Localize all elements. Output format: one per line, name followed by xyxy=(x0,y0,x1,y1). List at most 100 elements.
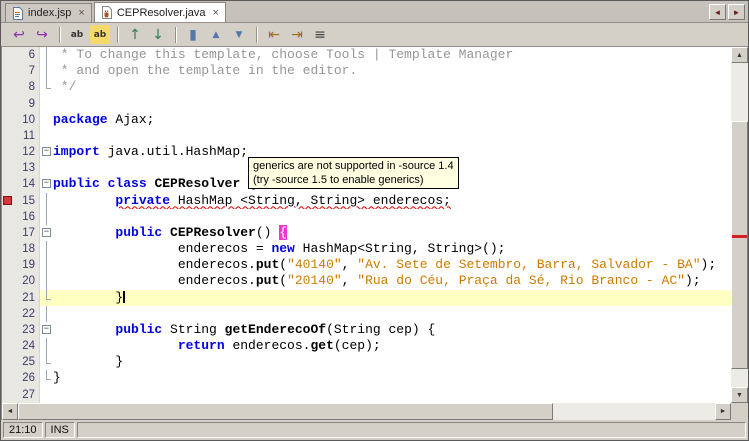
toggle-highlight-search-icon[interactable]: ab xyxy=(90,25,110,44)
glyph-margin xyxy=(2,63,14,79)
fold-margin xyxy=(40,112,53,128)
code-line[interactable]: 8 */ xyxy=(2,79,731,95)
fold-margin[interactable]: − xyxy=(40,322,53,338)
code-text: } xyxy=(53,354,731,370)
code-text xyxy=(53,209,731,225)
close-tab-icon[interactable]: × xyxy=(78,8,84,18)
code-line[interactable]: 18 enderecos = new HashMap<String, Strin… xyxy=(2,241,731,257)
previous-occurrence-icon[interactable]: ↑ xyxy=(125,25,145,44)
macro-icon[interactable]: ≡ xyxy=(310,25,330,44)
code-line[interactable]: 27 xyxy=(2,387,731,403)
line-number: 24 xyxy=(14,338,40,354)
fold-collapse-icon[interactable]: − xyxy=(42,179,51,188)
code-line[interactable]: 25 } xyxy=(2,354,731,370)
code-line[interactable]: 11 xyxy=(2,128,731,144)
shift-line-left-icon[interactable]: ⇤ xyxy=(264,25,284,44)
code-line[interactable]: 26} xyxy=(2,370,731,386)
line-number: 23 xyxy=(14,322,40,338)
fold-collapse-icon[interactable]: − xyxy=(42,325,51,334)
code-line[interactable]: 24 return enderecos.get(cep); xyxy=(2,338,731,354)
scroll-tabs-left-button[interactable]: ◄ xyxy=(709,4,726,20)
code-line[interactable]: 21 } xyxy=(2,290,731,306)
code-segment: import xyxy=(53,144,100,159)
text-caret xyxy=(123,291,125,303)
scroll-tabs-right-button[interactable]: ► xyxy=(728,4,745,20)
code-segment: enderecos. xyxy=(225,338,311,353)
fold-margin[interactable]: − xyxy=(40,176,53,192)
next-bookmark-icon[interactable]: ▼ xyxy=(229,25,249,44)
code-text xyxy=(53,387,731,403)
code-line[interactable]: 22 xyxy=(2,306,731,322)
line-number: 7 xyxy=(14,63,40,79)
code-text: * To change this template, choose Tools … xyxy=(53,47,731,63)
glyph-margin xyxy=(2,370,14,386)
code-line[interactable]: 6 * To change this template, choose Tool… xyxy=(2,47,731,63)
back-icon[interactable]: ↩ xyxy=(9,25,29,44)
glyph-margin xyxy=(2,96,14,112)
fold-margin xyxy=(40,193,53,209)
code-text xyxy=(53,306,731,322)
previous-bookmark-icon[interactable]: ▲ xyxy=(206,25,226,44)
tab-label: CEPResolver.java xyxy=(117,7,206,19)
error-icon[interactable] xyxy=(3,196,12,205)
code-line[interactable]: 15 private HashMap <String, String> ende… xyxy=(2,193,731,209)
horizontal-scrollbar[interactable]: ◄ ► xyxy=(2,403,731,420)
horizontal-scrollbar-thumb[interactable] xyxy=(18,403,553,420)
forward-icon[interactable]: ↪ xyxy=(32,25,52,44)
glyph-margin xyxy=(2,354,14,370)
code-line[interactable]: 16 xyxy=(2,209,731,225)
fold-margin xyxy=(40,241,53,257)
code-line[interactable]: 20 enderecos.put("20140", "Rua do Céu, P… xyxy=(2,273,731,289)
scroll-right-icon[interactable]: ► xyxy=(715,403,731,420)
scroll-up-icon[interactable]: ▲ xyxy=(731,47,748,63)
fold-margin[interactable]: − xyxy=(40,144,53,160)
line-number: 20 xyxy=(14,273,40,289)
tab-index-jsp[interactable]: index.jsp × xyxy=(5,3,92,22)
code-line[interactable]: 9 xyxy=(2,96,731,112)
next-occurrence-icon[interactable]: ↓ xyxy=(148,25,168,44)
toolbar-separator xyxy=(256,27,257,43)
shift-line-right-icon[interactable]: ⇥ xyxy=(287,25,307,44)
vertical-scrollbar-thumb[interactable] xyxy=(731,121,748,369)
code-line[interactable]: 19 enderecos.put("40140", "Av. Sete de S… xyxy=(2,257,731,273)
code-segment xyxy=(162,225,170,240)
code-editor[interactable]: 6 * To change this template, choose Tool… xyxy=(2,47,731,403)
code-segment: enderecos = xyxy=(53,241,271,256)
code-segment: public class xyxy=(53,176,147,191)
code-segment: HashMap<String, String>(); xyxy=(295,241,506,256)
status-bar: 21:10 INS xyxy=(1,420,748,440)
java-file-icon xyxy=(101,6,113,19)
find-selection-icon[interactable]: ab xyxy=(67,25,87,44)
fold-collapse-icon[interactable]: − xyxy=(42,147,51,156)
fold-margin xyxy=(40,209,53,225)
code-segment: ( xyxy=(279,257,287,272)
close-tab-icon[interactable]: × xyxy=(213,8,219,18)
code-segment: enderecos. xyxy=(53,257,256,272)
code-line[interactable]: 7 * and open the template in the editor. xyxy=(2,63,731,79)
fold-line xyxy=(46,47,47,63)
fold-margin[interactable]: − xyxy=(40,225,53,241)
fold-margin xyxy=(40,79,53,95)
code-line[interactable]: 17− public CEPResolver() { xyxy=(2,225,731,241)
scroll-left-icon[interactable]: ◄ xyxy=(2,403,18,420)
fold-line xyxy=(46,63,47,79)
code-line[interactable]: 23− public String getEnderecoOf(String c… xyxy=(2,322,731,338)
scroll-down-icon[interactable]: ▼ xyxy=(731,387,748,403)
fold-collapse-icon[interactable]: − xyxy=(42,228,51,237)
glyph-margin xyxy=(2,160,14,176)
tab-cepresolver-java[interactable]: CEPResolver.java × xyxy=(94,2,226,22)
code-text: enderecos.put("40140", "Av. Sete de Sete… xyxy=(53,257,731,273)
code-segment: */ xyxy=(53,79,76,94)
code-segment: public xyxy=(115,322,162,337)
error-stripe-mark[interactable] xyxy=(732,235,747,238)
glyph-margin xyxy=(2,273,14,289)
fold-margin xyxy=(40,257,53,273)
fold-margin xyxy=(40,370,53,386)
toggle-bookmark-icon[interactable]: ▮ xyxy=(183,25,203,44)
tab-label: index.jsp xyxy=(28,7,71,19)
vertical-scrollbar[interactable]: ▲ ▼ xyxy=(731,47,748,403)
line-number: 21 xyxy=(14,290,40,306)
line-number: 11 xyxy=(14,128,40,144)
code-segment: ( xyxy=(279,273,287,288)
code-line[interactable]: 10package Ajax; xyxy=(2,112,731,128)
